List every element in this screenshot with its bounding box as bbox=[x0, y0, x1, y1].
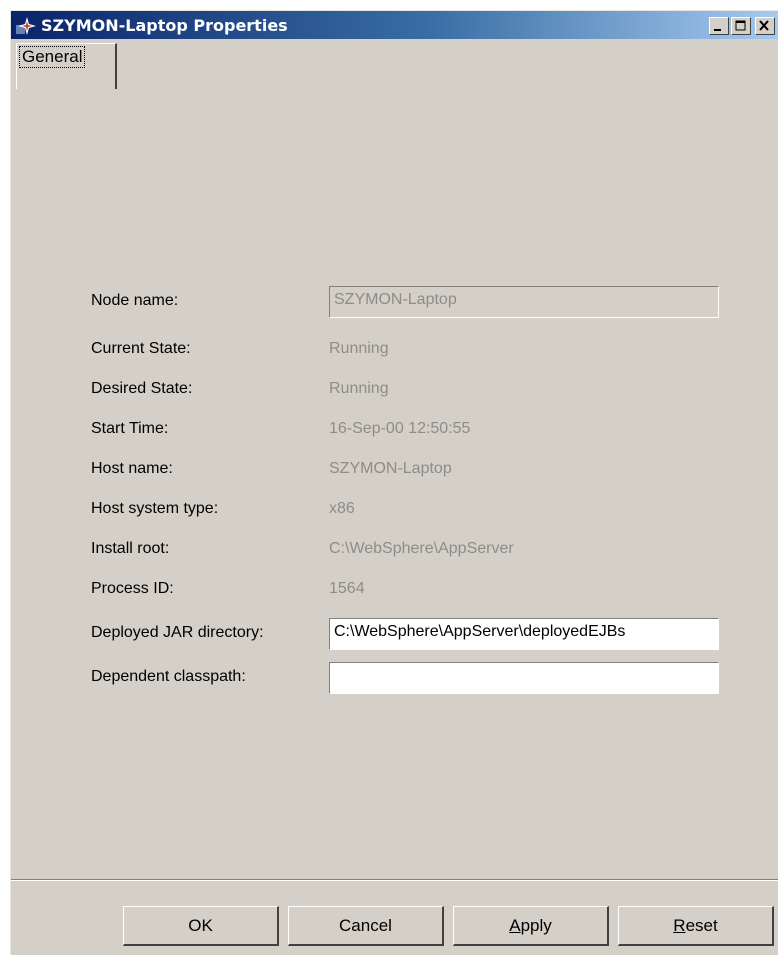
close-button[interactable] bbox=[755, 17, 775, 35]
host-system-type-label: Host system type: bbox=[91, 500, 219, 517]
cancel-button-label: Cancel bbox=[339, 915, 392, 935]
ok-button-label: OK bbox=[188, 915, 213, 935]
process-id-label: Process ID: bbox=[91, 580, 174, 597]
properties-window: SZYMON-Laptop Properties General Node na… bbox=[10, 10, 778, 955]
maximize-icon bbox=[735, 20, 746, 31]
current-state-label: Current State: bbox=[91, 340, 191, 357]
close-icon bbox=[759, 20, 769, 31]
ok-button[interactable]: OK bbox=[123, 906, 279, 946]
process-id-value: 1564 bbox=[329, 580, 365, 597]
maximize-button[interactable] bbox=[731, 17, 751, 35]
dependent-classpath-label: Dependent classpath: bbox=[91, 668, 246, 685]
reset-button-label: Reset bbox=[673, 915, 718, 935]
desired-state-label: Desired State: bbox=[91, 380, 193, 397]
desired-state-value: Running bbox=[329, 380, 389, 397]
deployed-jar-directory-field[interactable]: C:\WebSphere\AppServer\deployedEJBs bbox=[329, 618, 719, 650]
minimize-button[interactable] bbox=[709, 17, 729, 35]
install-root-label: Install root: bbox=[91, 540, 170, 557]
deployed-jar-directory-label: Deployed JAR directory: bbox=[91, 624, 264, 641]
title-bar[interactable]: SZYMON-Laptop Properties bbox=[11, 11, 778, 39]
apply-button[interactable]: Apply bbox=[453, 906, 609, 946]
tab-general[interactable]: General bbox=[16, 43, 117, 89]
host-name-value: SZYMON-Laptop bbox=[329, 460, 452, 477]
window-title: SZYMON-Laptop Properties bbox=[41, 16, 288, 35]
dependent-classpath-field[interactable] bbox=[329, 662, 719, 694]
node-name-label: Node name: bbox=[91, 292, 179, 309]
reset-button[interactable]: Reset bbox=[618, 906, 774, 946]
cancel-button[interactable]: Cancel bbox=[288, 906, 444, 946]
start-time-label: Start Time: bbox=[91, 420, 169, 437]
minimize-icon bbox=[714, 29, 721, 31]
host-name-label: Host name: bbox=[91, 460, 173, 477]
app-icon bbox=[15, 16, 37, 36]
node-name-field: SZYMON-Laptop bbox=[329, 286, 719, 318]
apply-button-label: Apply bbox=[509, 915, 552, 935]
host-system-type-value: x86 bbox=[329, 500, 355, 517]
start-time-value: 16-Sep-00 12:50:55 bbox=[329, 420, 471, 437]
button-bar-divider bbox=[11, 879, 778, 881]
current-state-value: Running bbox=[329, 340, 389, 357]
install-root-value: C:\WebSphere\AppServer bbox=[329, 540, 514, 557]
tab-general-label: General bbox=[18, 46, 86, 68]
